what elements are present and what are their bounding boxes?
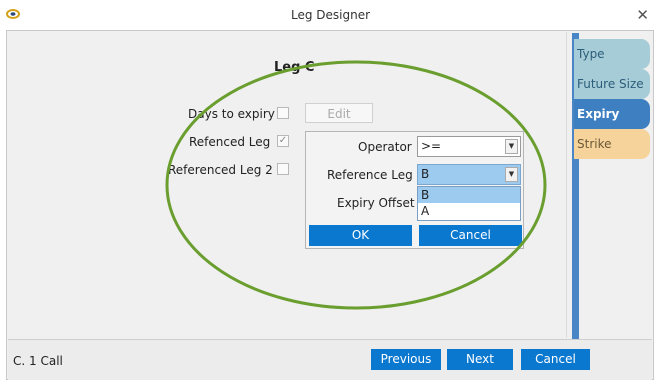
expiry-offset-label: Expiry Offset (337, 196, 415, 210)
tab-expiry[interactable]: Expiry (574, 99, 650, 129)
reference-leg-label: Reference Leg (327, 168, 413, 182)
edit-button[interactable]: Edit (305, 103, 373, 123)
chevron-down-icon[interactable]: ▼ (505, 167, 518, 182)
window-title: Leg Designer (290, 8, 371, 22)
operator-value: >= (421, 139, 442, 153)
dropdown-option[interactable]: B (418, 187, 520, 203)
previous-button[interactable]: Previous (371, 349, 441, 370)
tab-strike[interactable]: Strike (574, 129, 650, 159)
tab-type[interactable]: Type (574, 39, 650, 69)
status-text: C. 1 Call (13, 354, 63, 368)
close-icon[interactable]: ✕ (636, 6, 649, 24)
referenced-leg-2-checkbox[interactable] (277, 163, 289, 175)
days-to-expiry-checkbox[interactable] (277, 107, 289, 119)
referenced-leg-2-label: Referenced Leg 2 (168, 163, 273, 177)
reference-popup: Operator >= ▼ Reference Leg B ▼ Expiry O… (305, 131, 524, 249)
next-button[interactable]: Next (447, 349, 513, 370)
operator-select[interactable]: >= ▼ (417, 136, 521, 157)
popup-cancel-button[interactable]: Cancel (419, 225, 522, 246)
title-bar: Leg Designer ✕ (0, 0, 661, 30)
ok-button[interactable]: OK (309, 225, 412, 246)
operator-label: Operator (358, 140, 412, 154)
chevron-down-icon[interactable]: ▼ (505, 139, 518, 154)
reference-leg-select[interactable]: B ▼ (417, 164, 521, 185)
cancel-button[interactable]: Cancel (521, 349, 590, 370)
reference-leg-value: B (421, 167, 430, 181)
tab-future-size[interactable]: Future Size (574, 69, 650, 99)
main-content: Leg C Days to expiry Edit Refenced Leg ✓… (8, 32, 567, 338)
referenced-leg-label: Refenced Leg (189, 135, 271, 149)
footer-bar: C. 1 Call Previous Next Cancel (8, 339, 652, 380)
referenced-leg-checkbox[interactable]: ✓ (277, 135, 289, 147)
days-to-expiry-label: Days to expiry (188, 107, 275, 121)
leg-title: Leg C (274, 60, 315, 75)
dialog-frame: Leg C Days to expiry Edit Refenced Leg ✓… (6, 30, 654, 380)
reference-leg-dropdown: B A (417, 186, 521, 221)
dropdown-option[interactable]: A (418, 203, 520, 219)
